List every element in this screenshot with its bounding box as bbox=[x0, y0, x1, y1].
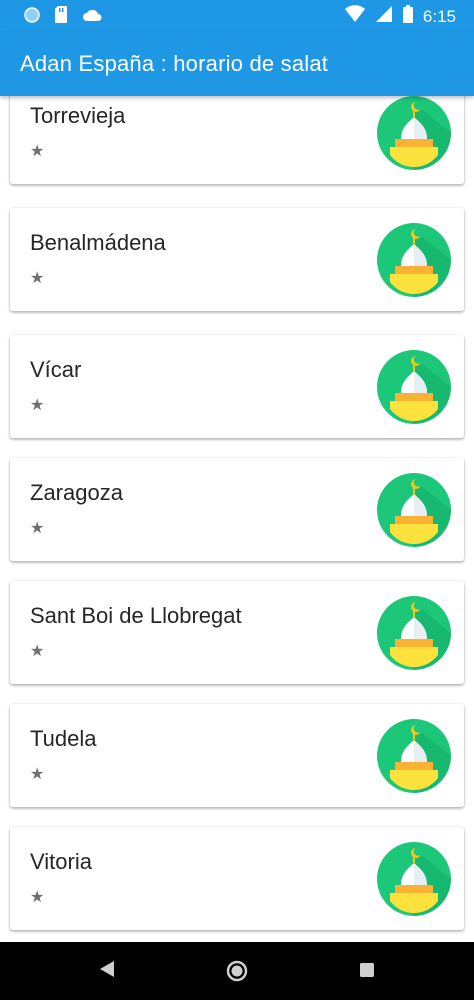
mosque-icon bbox=[377, 473, 451, 547]
star-icon[interactable]: ★ bbox=[30, 518, 44, 537]
status-bar: 6:15 bbox=[0, 0, 474, 32]
home-icon[interactable] bbox=[226, 960, 248, 987]
star-icon[interactable]: ★ bbox=[30, 268, 44, 287]
list-item[interactable]: Torrevieja ★ bbox=[10, 96, 464, 184]
city-name: Sant Boi de Llobregat bbox=[30, 603, 242, 628]
city-name: Zaragoza bbox=[30, 480, 123, 505]
page-title: Adan España : horario de salat bbox=[20, 51, 329, 76]
mosque-icon bbox=[377, 719, 451, 793]
list-item[interactable]: Benalmádena ★ bbox=[10, 208, 464, 311]
list-item[interactable]: Sant Boi de Llobregat ★ bbox=[10, 581, 464, 684]
wifi-icon bbox=[344, 5, 365, 28]
city-name: Benalmádena bbox=[30, 230, 166, 255]
city-name: Vícar bbox=[30, 357, 82, 382]
list-item[interactable]: Vícar ★ bbox=[10, 335, 464, 438]
signal-icon bbox=[375, 5, 393, 28]
mosque-icon bbox=[377, 350, 451, 424]
city-name: Torrevieja bbox=[30, 103, 126, 128]
back-icon[interactable] bbox=[98, 959, 116, 984]
mosque-icon bbox=[377, 96, 451, 170]
star-icon[interactable]: ★ bbox=[30, 764, 44, 783]
cloud-icon bbox=[82, 8, 102, 27]
star-icon[interactable]: ★ bbox=[30, 887, 44, 906]
star-icon[interactable]: ★ bbox=[30, 141, 44, 160]
mosque-icon bbox=[377, 223, 451, 297]
list-item[interactable]: Tudela ★ bbox=[10, 704, 464, 807]
circle-notification-icon bbox=[24, 6, 40, 28]
recents-icon[interactable] bbox=[359, 962, 375, 983]
star-icon[interactable]: ★ bbox=[30, 395, 44, 414]
city-list[interactable]: Torrevieja ★ Benalmádena ★ Vícar ★ Zarag… bbox=[0, 96, 474, 942]
status-time: 6:15 bbox=[422, 6, 456, 26]
list-item[interactable]: Vitoria ★ bbox=[10, 827, 464, 930]
sd-card-icon bbox=[54, 6, 68, 28]
mosque-icon bbox=[377, 596, 451, 670]
mosque-icon bbox=[377, 842, 451, 916]
navigation-bar bbox=[0, 942, 474, 1000]
app-bar: Adan España : horario de salat bbox=[0, 32, 474, 96]
city-name: Tudela bbox=[30, 726, 97, 751]
list-item[interactable]: Zaragoza ★ bbox=[10, 458, 464, 561]
city-name: Vitoria bbox=[30, 849, 92, 874]
star-icon[interactable]: ★ bbox=[30, 641, 44, 660]
battery-icon bbox=[402, 5, 413, 28]
